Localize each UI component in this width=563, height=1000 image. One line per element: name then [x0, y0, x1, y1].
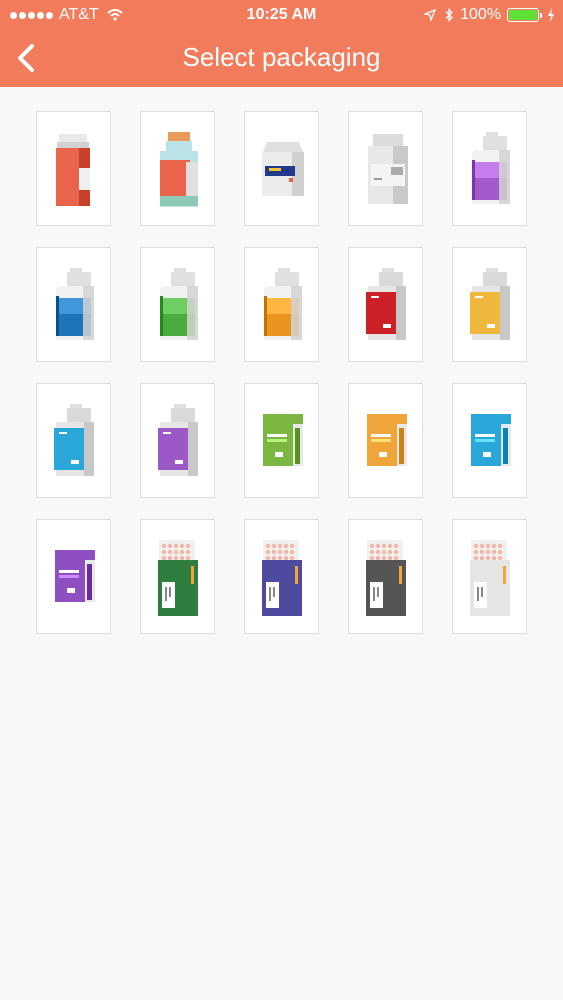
label-bottle-icon [368, 134, 408, 204]
top-bar: AT&T 10:25 AM 100% Select packaging [0, 0, 563, 87]
label-box-bottle-icon [54, 404, 94, 476]
jar-icon [263, 414, 303, 466]
label-box-bottle-icon [158, 404, 198, 476]
package-tile[interactable] [348, 111, 423, 226]
package-tile[interactable] [244, 111, 319, 226]
package-tile[interactable] [348, 519, 423, 634]
package-tile[interactable] [140, 519, 215, 634]
liquid-bottle-icon [264, 268, 302, 340]
label-box-bottle-icon [366, 268, 406, 340]
liquid-bottle-icon [160, 268, 198, 340]
package-tile[interactable] [244, 519, 319, 634]
package-tile[interactable] [452, 111, 527, 226]
blister-box-icon [470, 540, 510, 616]
carton-box-icon [262, 142, 304, 196]
liquid-bottle-icon [472, 132, 510, 204]
package-tile[interactable] [348, 247, 423, 362]
package-tile[interactable] [452, 383, 527, 498]
package-tile[interactable] [452, 247, 527, 362]
blister-box-icon [366, 540, 406, 616]
glass-vial-icon [160, 132, 198, 207]
package-tile[interactable] [244, 383, 319, 498]
package-tile[interactable] [244, 247, 319, 362]
package-tile[interactable] [36, 247, 111, 362]
battery-icon [507, 8, 542, 22]
charging-icon [548, 8, 554, 22]
jar-icon [471, 414, 511, 466]
package-tile[interactable] [36, 519, 111, 634]
jar-icon [55, 550, 95, 602]
status-bar: AT&T 10:25 AM 100% [0, 0, 563, 30]
package-tile[interactable] [452, 519, 527, 634]
package-tile[interactable] [36, 111, 111, 226]
package-tile[interactable] [140, 247, 215, 362]
rx-bottle-icon [56, 134, 90, 206]
blister-box-icon [262, 540, 302, 616]
package-tile[interactable] [140, 383, 215, 498]
package-tile[interactable] [36, 383, 111, 498]
bluetooth-icon [445, 8, 453, 22]
page-title: Select packaging [182, 42, 381, 72]
label-box-bottle-icon [470, 268, 510, 340]
liquid-bottle-icon [56, 268, 94, 340]
blister-box-icon [158, 540, 198, 616]
status-right: 100% [424, 6, 555, 24]
location-icon [424, 9, 437, 21]
jar-icon [367, 414, 407, 466]
package-tile[interactable] [348, 383, 423, 498]
package-tile[interactable] [140, 111, 215, 226]
navigation-bar: Select packaging [0, 30, 563, 87]
battery-percent: 100% [460, 6, 501, 23]
